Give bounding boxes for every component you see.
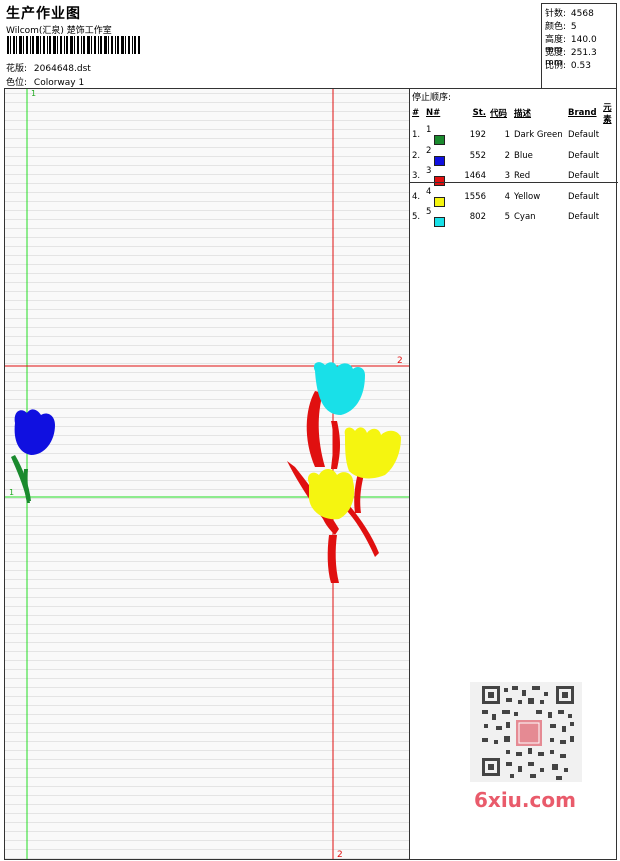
col-stitches: St. (472, 108, 486, 118)
design-file-row: 花版: 2064648.dst (6, 61, 91, 74)
stitches-value: 4568 (570, 9, 594, 19)
colors-label: 颜色: (545, 22, 567, 32)
color-code: 4 (504, 191, 510, 202)
right-red-marker: 2 (397, 356, 403, 366)
color-description: Dark Green (514, 130, 563, 141)
thread-brand: Default (568, 191, 600, 202)
row-needle: 4 (424, 187, 448, 208)
cyan-tulip (313, 362, 365, 415)
stitch-count: 552 (469, 150, 486, 161)
row-needle: 2 (424, 146, 448, 167)
red-stem-cyan (331, 421, 340, 469)
row-needle: 1 (424, 125, 448, 146)
color-swatch (434, 176, 445, 186)
stitch-count: 1464 (464, 171, 486, 182)
scale-label: 比例: (545, 61, 567, 71)
col-description: 描述 (514, 109, 532, 119)
row-index: 1. (412, 130, 421, 141)
row-index: 2. (412, 150, 421, 161)
color-swatch (434, 196, 445, 207)
left-tulip (11, 409, 55, 503)
needle-number: 1 (426, 125, 432, 135)
stop-sequence-panel: 停止顺序: # N# St. 代码 描述 Brand 元素 1. 1 192 1… (409, 88, 618, 860)
red-stem (327, 535, 339, 583)
element-cell (601, 146, 616, 167)
color-sequence-table: # N# St. 代码 描述 Brand 元素 1. 1 192 1 Dark … (410, 101, 616, 228)
needle-number: 2 (426, 145, 432, 156)
design-info-box: 针数: 4568 颜色: 5 高度: 140.0 mm 宽度: 251.3 mm… (541, 3, 617, 89)
table-row[interactable]: 3. 3 1464 3 Red Default (410, 166, 616, 187)
bottom-red-marker: 2 (337, 850, 343, 860)
table-row[interactable]: 4. 4 1556 4 Yellow Default (410, 187, 616, 208)
color-swatch (434, 135, 445, 145)
color-description: Yellow (514, 191, 541, 202)
height-label: 高度: (545, 35, 567, 45)
stitches-row: 针数: 4568 (545, 6, 594, 19)
col-code: 代码 (490, 109, 508, 119)
design-file-value: 2064648.dst (33, 64, 91, 74)
panel-divider (410, 182, 618, 183)
row-needle: 5 (424, 207, 448, 228)
thread-brand: Default (568, 130, 600, 141)
element-cell (601, 187, 616, 208)
color-code: 1 (504, 130, 510, 141)
page-title: 生产作业图 (6, 6, 81, 22)
color-swatch (434, 155, 445, 166)
color-code: 3 (504, 171, 510, 182)
row-index: 5. (412, 212, 421, 223)
table-header-row: # N# St. 代码 描述 Brand 元素 (410, 101, 616, 125)
element-cell (601, 207, 616, 228)
left-green-marker: 1 (9, 488, 14, 497)
col-index: # (412, 108, 420, 118)
scale-row: 比例: 0.53 (545, 58, 591, 71)
colors-row: 颜色: 5 (545, 19, 577, 32)
stitches-label: 针数: (545, 9, 567, 19)
element-cell (601, 125, 616, 146)
col-brand: Brand (568, 108, 597, 118)
colorway-label: 色位: (6, 78, 28, 88)
top-green-marker: 1 (31, 89, 36, 98)
width-label: 宽度: (545, 48, 567, 58)
element-cell (601, 166, 616, 187)
table-row[interactable]: 5. 5 802 5 Cyan Default (410, 207, 616, 228)
design-canvas[interactable]: 1 2 1 2 (4, 88, 410, 860)
color-description: Blue (514, 150, 533, 161)
colorway-value: Colorway 1 (33, 78, 85, 88)
yellow-tulip-lower (307, 469, 355, 520)
yellow-tulip-upper (344, 427, 401, 479)
thread-brand: Default (568, 171, 600, 182)
right-flower-cluster (287, 362, 401, 583)
color-swatch (434, 217, 445, 227)
blue-flower (14, 409, 55, 455)
stitch-count: 192 (469, 130, 486, 141)
colorway-row: 色位: Colorway 1 (6, 75, 84, 88)
needle-number: 5 (426, 207, 432, 217)
software-label: Wilcom(汇泉) 楚饰工作室 (6, 26, 112, 36)
design-file-label: 花版: (6, 64, 28, 74)
table-row[interactable]: 1. 1 192 1 Dark Green Default (410, 125, 616, 146)
color-description: Red (514, 171, 531, 182)
row-index: 3. (412, 171, 421, 182)
col-needle: N# (426, 108, 441, 118)
needle-number: 3 (426, 166, 432, 176)
colors-value: 5 (570, 22, 577, 32)
row-index: 4. (412, 191, 421, 202)
table-row[interactable]: 2. 2 552 2 Blue Default (410, 146, 616, 167)
color-description: Cyan (514, 212, 536, 223)
stitch-count: 802 (469, 212, 486, 223)
color-code: 5 (504, 212, 510, 223)
row-needle: 3 (424, 166, 448, 187)
red-leaf-right (345, 505, 379, 557)
needle-number: 4 (426, 186, 432, 197)
green-stem (23, 469, 30, 503)
design-preview: 1 2 1 2 (5, 89, 409, 860)
stitch-count: 1556 (464, 191, 486, 202)
barcode (7, 36, 140, 54)
thread-brand: Default (568, 212, 600, 223)
scale-value: 0.53 (570, 61, 591, 71)
color-code: 2 (504, 150, 510, 161)
col-element: 元素 (603, 103, 612, 125)
thread-brand: Default (568, 150, 600, 161)
